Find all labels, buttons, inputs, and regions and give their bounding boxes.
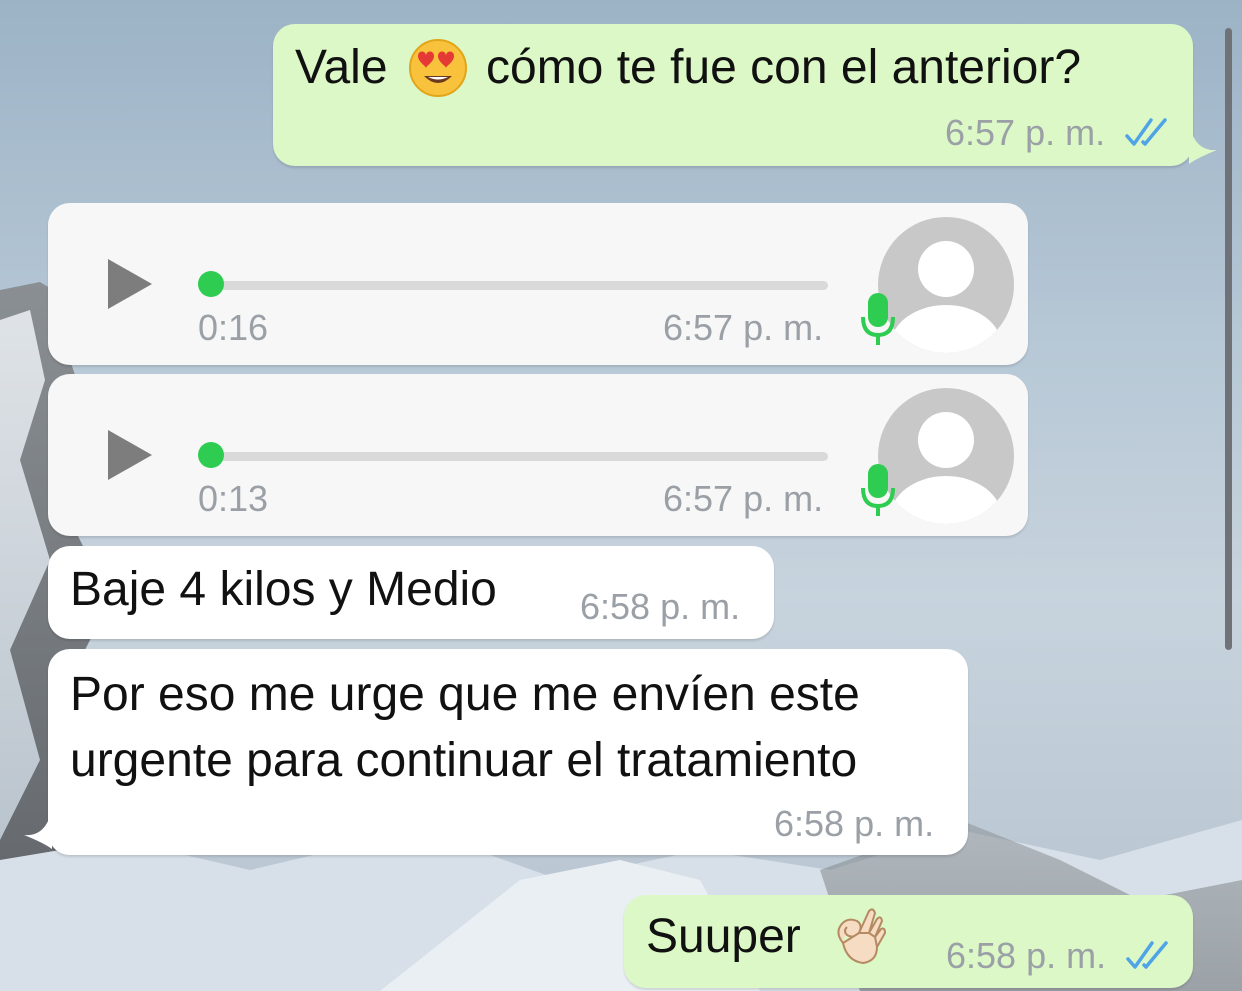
message-timestamp: 6:57 p. m. bbox=[663, 478, 824, 519]
voice-message-bubble[interactable]: 0:16 6:57 p. m. bbox=[48, 203, 1028, 365]
read-double-check-icon bbox=[1126, 941, 1168, 969]
message-timestamp: 6:58 p. m. bbox=[580, 586, 741, 627]
audio-progress-dot[interactable] bbox=[198, 271, 224, 297]
play-icon[interactable] bbox=[106, 428, 154, 482]
message-timestamp: 6:58 p. m. bbox=[774, 803, 935, 844]
scrollbar[interactable] bbox=[1225, 28, 1232, 650]
message-text: Baje 4 kilos y Medio bbox=[70, 563, 497, 616]
message-text: Vale bbox=[295, 41, 388, 94]
ok-hand-emoji bbox=[837, 908, 886, 964]
audio-duration: 0:13 bbox=[198, 478, 269, 519]
read-double-check-icon bbox=[1125, 118, 1167, 146]
bubble-tail bbox=[1189, 124, 1217, 164]
message-text-line-2: urgente para continuar el tratamiento bbox=[70, 734, 858, 787]
bubble-tail bbox=[24, 809, 52, 849]
message-timestamp: 6:57 p. m. bbox=[663, 307, 824, 348]
outgoing-message-bubble[interactable]: Vale cómo te fue con el anterior? 6:57 p… bbox=[273, 24, 1217, 166]
incoming-message-bubble[interactable]: Baje 4 kilos y Medio 6:58 p. m. bbox=[48, 546, 774, 639]
message-text: cómo te fue con el anterior? bbox=[486, 41, 1082, 94]
message-text: Suuper bbox=[646, 910, 801, 963]
incoming-message-bubble[interactable]: Por eso me urge que me envíen este urgen… bbox=[24, 649, 968, 855]
avatar-placeholder-icon bbox=[878, 388, 1014, 524]
message-timestamp: 6:57 p. m. bbox=[945, 112, 1106, 153]
voice-message-bubble[interactable]: 0:13 6:57 p. m. bbox=[48, 374, 1028, 536]
avatar-placeholder-icon bbox=[878, 217, 1014, 353]
outgoing-message-bubble[interactable]: Suuper 6:58 p. m. bbox=[624, 895, 1193, 988]
message-text-line-1: Por eso me urge que me envíen este bbox=[70, 668, 860, 721]
heart-eyes-emoji bbox=[409, 39, 467, 97]
microphone-icon bbox=[861, 293, 895, 345]
play-icon[interactable] bbox=[106, 257, 154, 311]
audio-progress-track[interactable] bbox=[208, 281, 828, 290]
audio-duration: 0:16 bbox=[198, 307, 269, 348]
audio-progress-dot[interactable] bbox=[198, 442, 224, 468]
audio-progress-track[interactable] bbox=[208, 452, 828, 461]
microphone-icon bbox=[861, 464, 895, 516]
message-timestamp: 6:58 p. m. bbox=[946, 935, 1107, 976]
